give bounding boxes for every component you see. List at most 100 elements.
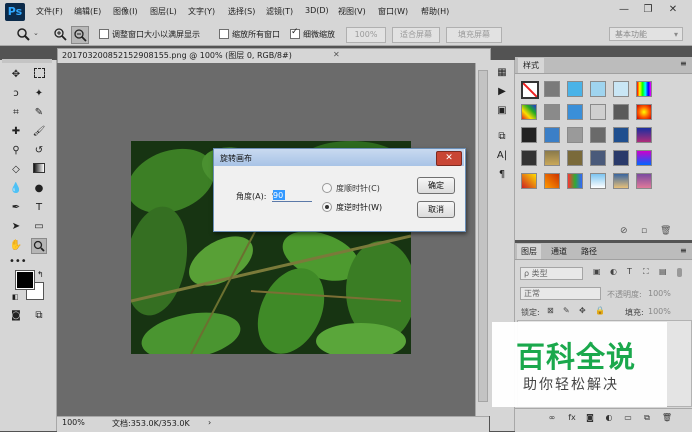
new-style-icon[interactable]: ▫	[641, 226, 647, 236]
blur-tool-icon[interactable]: 💧	[9, 182, 23, 196]
counterclockwise-label[interactable]: 度逆时针(W)	[336, 202, 382, 213]
dodge-tool-icon[interactable]: ●	[32, 182, 46, 196]
brush-tool-icon[interactable]: 🖌	[32, 125, 46, 139]
style-swatch[interactable]	[567, 104, 583, 120]
style-swatch[interactable]	[544, 173, 560, 189]
clone-source-icon[interactable]: ⧉	[495, 130, 509, 144]
style-swatch[interactable]	[521, 173, 537, 189]
menu-image[interactable]: 图像(I)	[113, 6, 138, 17]
menu-type[interactable]: 文字(Y)	[188, 6, 215, 17]
opacity-value[interactable]: 100%	[648, 289, 671, 298]
chevron-down-icon[interactable]: ⌄	[33, 29, 39, 37]
rectangle-tool-icon[interactable]: ▭	[32, 220, 46, 234]
menu-edit[interactable]: 编辑(E)	[74, 6, 101, 17]
style-swatch[interactable]	[636, 150, 652, 166]
style-swatch[interactable]	[613, 104, 629, 120]
scrubby-zoom-checkbox[interactable]	[290, 27, 300, 39]
menu-layer[interactable]: 图层(L)	[150, 6, 177, 17]
filter-toggle[interactable]	[677, 268, 682, 277]
toolbar-grip[interactable]	[2, 59, 52, 63]
filter-adjustment-icon[interactable]: ◐	[610, 267, 617, 276]
new-group-icon[interactable]: ▭	[622, 412, 634, 424]
blend-mode-select[interactable]: 正常	[520, 287, 601, 300]
style-swatch-none[interactable]	[521, 81, 539, 99]
lock-pixels-icon[interactable]: ✎	[563, 306, 570, 315]
style-swatch[interactable]	[613, 150, 629, 166]
style-swatch[interactable]	[590, 104, 606, 120]
zoom-tool-icon[interactable]	[31, 238, 47, 254]
style-swatch[interactable]	[636, 127, 652, 143]
zoom-in-icon[interactable]	[53, 27, 67, 41]
eraser-tool-icon[interactable]: ◇	[9, 163, 23, 177]
screen-mode-icon[interactable]: ⧉	[32, 309, 46, 323]
layer-filter-select[interactable]: ρ 类型	[520, 267, 583, 280]
cancel-button[interactable]: 取消	[417, 201, 455, 218]
style-swatch[interactable]	[613, 81, 629, 97]
status-menu-arrow-icon[interactable]: ›	[208, 418, 211, 427]
filter-pixel-icon[interactable]: ▣	[593, 267, 601, 276]
healing-brush-tool-icon[interactable]: ✚	[9, 125, 23, 139]
style-swatch[interactable]	[544, 104, 560, 120]
eyedropper-tool-icon[interactable]: ✎	[32, 106, 46, 120]
layer-style-icon[interactable]: fx	[566, 412, 578, 424]
panel-menu-icon[interactable]: ≡	[680, 246, 687, 255]
menu-window[interactable]: 窗口(W)	[378, 6, 408, 17]
hand-tool-icon[interactable]: ✋	[9, 239, 23, 253]
more-tools-icon[interactable]: •••	[9, 255, 27, 269]
style-swatch[interactable]	[567, 81, 583, 97]
menu-select[interactable]: 选择(S)	[228, 6, 255, 17]
fill-screen-button[interactable]: 填充屏幕	[446, 27, 502, 43]
lasso-tool-icon[interactable]: ↄ	[9, 87, 23, 101]
resize-windows-checkbox[interactable]	[99, 29, 109, 39]
adjustment-layer-icon[interactable]: ◐	[603, 412, 615, 424]
menu-view[interactable]: 视图(V)	[338, 6, 366, 17]
link-layers-icon[interactable]: ∞	[546, 412, 558, 424]
styles-tab[interactable]: 样式	[518, 58, 544, 73]
style-swatch[interactable]	[544, 81, 560, 97]
default-colors-icon[interactable]: ◧	[12, 293, 19, 301]
workspace-select[interactable]: 基本功能 ▾	[609, 27, 683, 41]
foreground-color-swatch-front[interactable]	[15, 270, 35, 290]
brush-presets-icon[interactable]: ▣	[495, 104, 509, 118]
scrollbar-thumb[interactable]	[478, 70, 488, 402]
lock-transparent-icon[interactable]: ⊠	[547, 306, 554, 315]
lock-position-icon[interactable]: ✥	[579, 306, 586, 315]
delete-style-icon[interactable]: 🗑	[660, 226, 671, 236]
style-swatch[interactable]	[613, 127, 629, 143]
zoom-level[interactable]: 100%	[62, 418, 85, 427]
style-swatch[interactable]	[521, 127, 537, 143]
panel-menu-icon[interactable]: ≡	[680, 59, 687, 68]
paragraph-icon[interactable]: ¶	[495, 168, 509, 182]
style-swatch[interactable]	[567, 127, 583, 143]
history-icon[interactable]: ▦	[495, 66, 509, 80]
marquee-tool-icon[interactable]	[32, 68, 46, 82]
style-swatch[interactable]	[567, 150, 583, 166]
style-swatch[interactable]	[567, 173, 583, 189]
style-swatch[interactable]	[636, 173, 652, 189]
move-tool-icon[interactable]: ✥	[9, 68, 23, 82]
menu-3d[interactable]: 3D(D)	[305, 6, 329, 15]
gradient-tool-icon[interactable]	[32, 163, 46, 177]
close-window-button[interactable]: ✕	[663, 2, 683, 18]
ok-button[interactable]: 确定	[417, 177, 455, 194]
dialog-close-button[interactable]: ✕	[436, 151, 462, 166]
type-tool-icon[interactable]: T	[32, 201, 46, 215]
style-swatch[interactable]	[590, 173, 606, 189]
filter-shape-icon[interactable]: ⛶	[643, 267, 649, 277]
character-icon[interactable]: A|	[495, 149, 509, 163]
tab-paths[interactable]: 路径	[577, 244, 601, 259]
style-swatch[interactable]	[544, 127, 560, 143]
style-swatch[interactable]	[636, 81, 652, 97]
zoom-tool-icon[interactable]	[16, 27, 30, 41]
clockwise-label[interactable]: 度顺时针(C)	[336, 183, 380, 194]
style-swatch[interactable]	[521, 104, 537, 120]
style-swatch[interactable]	[590, 127, 606, 143]
filter-smart-object-icon[interactable]: ▤	[659, 267, 667, 276]
path-selection-tool-icon[interactable]: ➤	[9, 220, 23, 234]
magic-wand-tool-icon[interactable]: ✦	[32, 87, 46, 101]
clone-stamp-tool-icon[interactable]: ⚲	[9, 144, 23, 158]
lock-all-icon[interactable]: 🔒	[595, 306, 605, 315]
pen-tool-icon[interactable]: ✒	[9, 201, 23, 215]
fit-screen-button[interactable]: 适合屏幕	[392, 27, 440, 43]
crop-tool-icon[interactable]: ⌗	[9, 106, 23, 120]
